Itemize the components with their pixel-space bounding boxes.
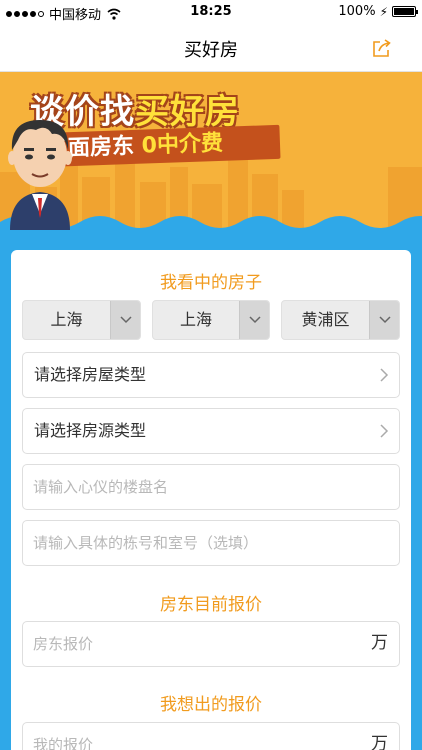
owner-price-input[interactable] — [22, 621, 400, 667]
owner-price-row: 万 — [11, 621, 411, 667]
section-title-my-price: 我想出的报价 — [160, 695, 262, 715]
mascot-character-icon — [8, 120, 72, 230]
building-name-input[interactable] — [22, 464, 400, 510]
chevron-right-icon — [380, 424, 389, 438]
section-title-house: 我看中的房子 — [160, 273, 262, 293]
source-type-picker[interactable]: 请选择房源类型 — [22, 408, 400, 454]
chevron-down-icon — [110, 301, 140, 339]
chevron-down-icon — [239, 301, 269, 339]
city-select-value: 上海 — [50, 310, 83, 329]
share-icon[interactable] — [372, 38, 392, 58]
my-price-input[interactable] — [22, 722, 400, 750]
district-select[interactable]: 黄浦区 — [281, 300, 400, 340]
my-price-row: 万 — [11, 722, 411, 750]
page-title: 买好房 — [184, 40, 238, 61]
banner-subheadline-part2: 0中介费 — [141, 130, 224, 159]
area-select[interactable]: 上海 — [152, 300, 270, 340]
my-price-unit: 万 — [371, 734, 388, 750]
navigation-bar: 买好房 — [0, 24, 422, 72]
house-type-label: 请选择房屋类型 — [34, 365, 147, 384]
chevron-right-icon — [380, 368, 389, 382]
owner-price-unit: 万 — [371, 633, 388, 653]
area-select-value: 上海 — [179, 310, 212, 329]
district-select-value: 黄浦区 — [301, 310, 350, 329]
status-bar: 中国移动 18:25 100% ⚡ — [0, 0, 422, 24]
chevron-down-icon — [369, 301, 399, 339]
room-number-input[interactable] — [22, 520, 400, 566]
charging-bolt-icon: ⚡ — [379, 4, 388, 19]
source-type-label: 请选择房源类型 — [34, 421, 147, 440]
house-type-picker[interactable]: 请选择房屋类型 — [22, 352, 400, 398]
house-form-card: 我看中的房子 上海 上海 黄浦区 请选择房屋类型 请选择房源类型 房东目前报价 … — [11, 250, 411, 750]
status-right: 100% ⚡ — [338, 4, 418, 19]
battery-icon — [392, 6, 418, 17]
battery-percent: 100% — [338, 4, 376, 19]
section-title-owner-price: 房东目前报价 — [160, 595, 262, 615]
promo-banner[interactable]: 谈价找买好房 直面房东 0中介费 — [0, 72, 422, 247]
city-select[interactable]: 上海 — [22, 300, 141, 340]
